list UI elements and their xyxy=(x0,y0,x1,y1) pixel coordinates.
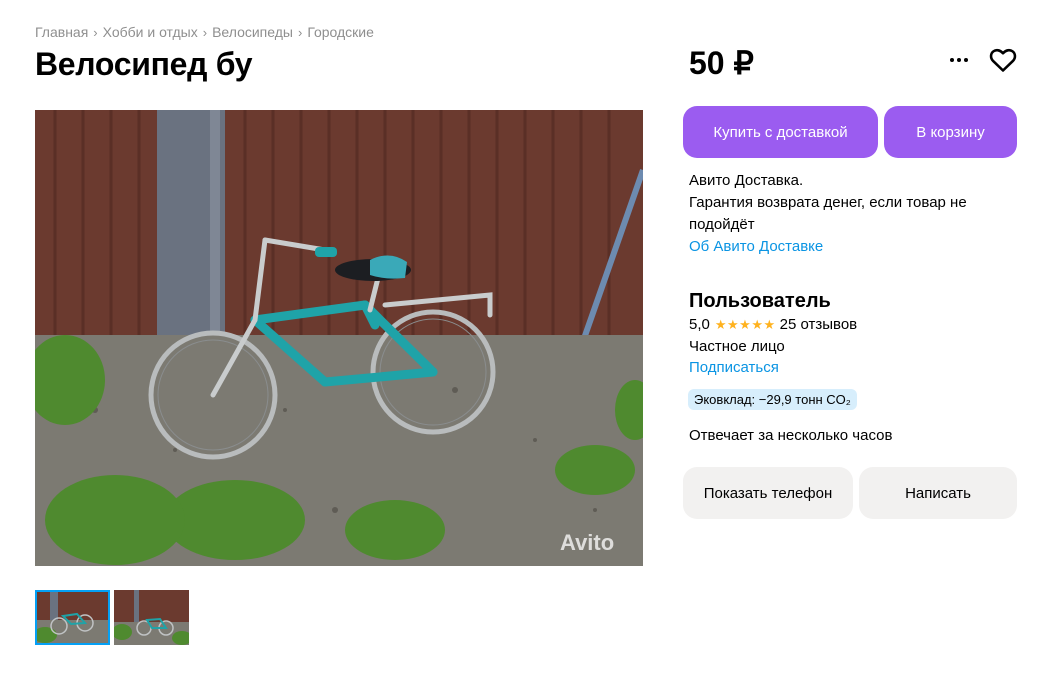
breadcrumb-hobby[interactable]: Хобби и отдых xyxy=(103,24,198,40)
heart-icon[interactable] xyxy=(989,47,1017,73)
delivery-title: Авито Доставка. xyxy=(689,172,804,189)
add-to-cart-button[interactable]: В корзину xyxy=(884,106,1017,158)
chevron-right-icon: › xyxy=(297,24,303,40)
more-dots-icon[interactable] xyxy=(946,50,972,70)
reviews-count[interactable]: 25 отзывов xyxy=(780,316,858,333)
eco-contribution-badge[interactable]: Эковклад: −29,9 тонн CO₂ xyxy=(688,389,857,410)
main-photo[interactable]: Avito xyxy=(35,110,643,566)
rating-value: 5,0 xyxy=(689,316,710,333)
show-phone-button[interactable]: Показать телефон xyxy=(683,467,853,519)
photo-watermark: Avito xyxy=(560,530,614,555)
page-title: Велосипед бу xyxy=(35,46,253,82)
breadcrumb-home[interactable]: Главная xyxy=(35,24,88,40)
breadcrumb-bicycles[interactable]: Велосипеды xyxy=(212,24,293,40)
write-message-button[interactable]: Написать xyxy=(859,467,1017,519)
about-delivery-link[interactable]: Об Авито Доставке xyxy=(689,236,989,258)
breadcrumb: Главная › Хобби и отдых › Велосипеды › Г… xyxy=(35,24,374,40)
chevron-right-icon: › xyxy=(202,24,208,40)
star-rating-icon: ★★★★★ xyxy=(714,316,776,332)
delivery-info: Авито Доставка. Гарантия возврата денег,… xyxy=(689,170,989,258)
buy-with-delivery-button[interactable]: Купить с доставкой xyxy=(683,106,878,158)
delivery-guarantee: Гарантия возврата денег, если товар не п… xyxy=(689,194,967,233)
seller-rating: 5,0 ★★★★★ 25 отзывов xyxy=(689,316,857,333)
thumbnail-1[interactable] xyxy=(35,590,110,645)
chevron-right-icon: › xyxy=(93,24,98,40)
seller-type: Частное лицо xyxy=(689,338,785,355)
response-time: Отвечает за несколько часов xyxy=(689,427,893,444)
seller-name[interactable]: Пользователь xyxy=(689,290,831,313)
price: 50 ₽ xyxy=(689,45,754,81)
breadcrumb-city-bikes[interactable]: Городские xyxy=(307,24,374,40)
subscribe-link[interactable]: Подписаться xyxy=(689,359,779,376)
thumbnail-2[interactable] xyxy=(114,590,189,645)
thumbnail-strip xyxy=(35,590,189,645)
